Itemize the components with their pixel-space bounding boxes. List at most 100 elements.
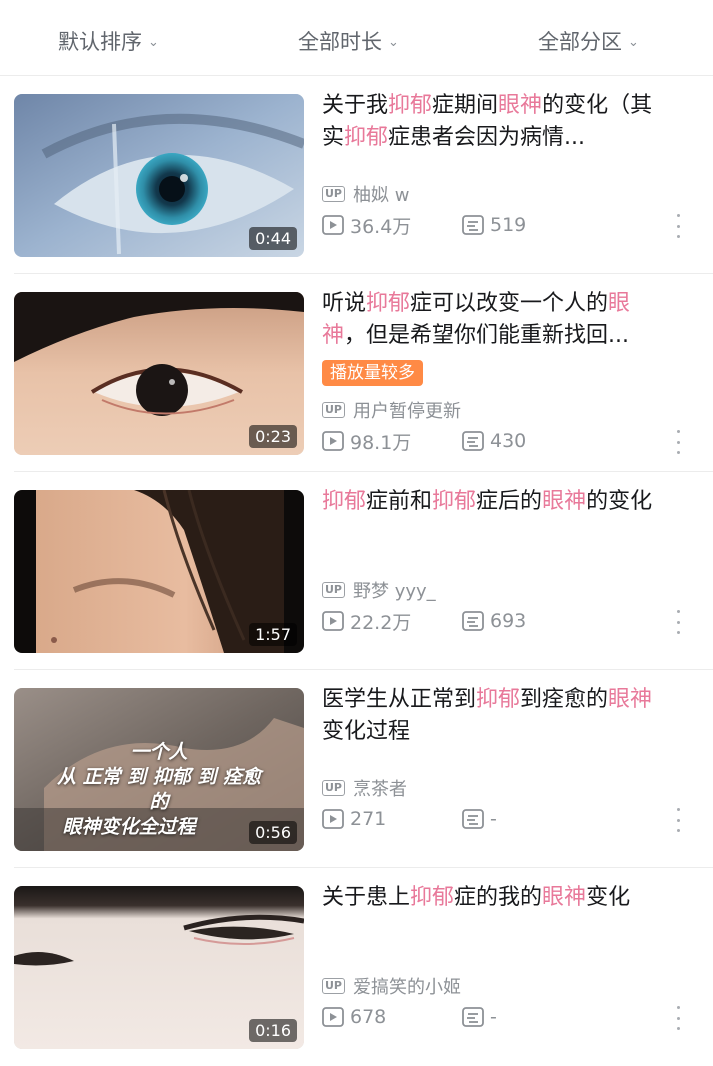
thumbnail-overlay-line: 一个人	[130, 741, 188, 763]
uploader-name: 野梦 yyy_	[353, 581, 436, 602]
danmaku-count: -	[462, 1006, 497, 1028]
danmaku-icon	[462, 431, 484, 451]
up-tag-icon: UP	[322, 186, 345, 202]
uploader-name: 爱搞笑的小姬	[353, 977, 461, 998]
title-text: 关于我	[322, 93, 389, 118]
play-count-icon	[322, 1007, 344, 1027]
duration-filter-dropdown[interactable]: 全部时长 ⌄	[298, 24, 399, 58]
title-text: 听说	[322, 291, 367, 316]
view-count-value: 36.4万	[350, 215, 412, 238]
video-title[interactable]: 医学生从正常到抑郁到痊愈的眼神变化过程	[322, 684, 674, 748]
title-keyword-highlight: 抑郁	[432, 489, 477, 514]
stats-row: 678 -	[322, 1004, 497, 1030]
title-keyword-highlight: 抑郁	[322, 489, 367, 514]
thumbnail-overlay-line: 从 正常 到 抑郁 到 痊愈	[56, 766, 262, 788]
danmaku-icon	[462, 1007, 484, 1027]
uploader-row[interactable]: UP 烹茶者	[322, 776, 407, 800]
danmaku-count: -	[462, 808, 497, 830]
danmaku-icon	[462, 215, 484, 235]
view-count: 36.4万	[322, 212, 462, 239]
video-duration: 0:23	[249, 425, 297, 448]
video-thumbnail[interactable]: 一个人 从 正常 到 抑郁 到 痊愈 的 眼神变化全过程 0:56	[14, 688, 304, 851]
more-options-icon[interactable]	[670, 214, 686, 238]
video-duration: 0:56	[249, 821, 297, 844]
video-thumbnail[interactable]: 1:57	[14, 490, 304, 653]
title-keyword-highlight: 抑郁	[366, 291, 411, 316]
danmaku-count: 519	[462, 214, 526, 236]
video-list-item[interactable]: 0:16 关于患上抑郁症的我的眼神变化 UP 爱搞笑的小姬 678 -	[0, 868, 713, 1066]
uploader-row[interactable]: UP 用户暂停更新	[322, 398, 461, 422]
title-text: 医学生从正常到	[322, 687, 477, 712]
uploader-row[interactable]: UP 爱搞笑的小姬	[322, 974, 461, 998]
stats-row: 36.4万 519	[322, 212, 526, 238]
title-keyword-highlight: 抑郁	[476, 687, 521, 712]
danmaku-count-value: 430	[490, 430, 527, 452]
title-text: 变化	[586, 885, 631, 910]
title-text: 症患者会因为病情...	[388, 125, 586, 150]
title-keyword-highlight: 抑郁	[344, 125, 389, 150]
view-count-value: 98.1万	[350, 431, 412, 454]
video-title[interactable]: 关于患上抑郁症的我的眼神变化	[322, 882, 674, 914]
danmaku-icon	[462, 809, 484, 829]
up-tag-icon: UP	[322, 780, 345, 796]
danmaku-count-value: 693	[490, 610, 527, 632]
danmaku-count-value: 519	[490, 214, 527, 236]
more-options-icon[interactable]	[670, 610, 686, 634]
video-duration: 0:16	[249, 1019, 297, 1042]
title-keyword-highlight: 抑郁	[410, 885, 455, 910]
uploader-name: 烹茶者	[353, 779, 407, 800]
popular-badge: 播放量较多	[322, 360, 423, 386]
title-text: 症可以改变一个人的	[410, 291, 609, 316]
danmaku-count-value: -	[490, 808, 497, 830]
title-keyword-highlight: 眼神	[542, 489, 587, 514]
stats-row: 271 -	[322, 806, 497, 832]
title-text: 症期间	[432, 93, 499, 118]
chevron-down-icon: ⌄	[628, 34, 639, 50]
video-list-item[interactable]: 0:44 关于我抑郁症期间眼神的变化（其实抑郁症患者会因为病情... UP 柚姒…	[0, 76, 713, 274]
title-text: 症的我的	[454, 885, 543, 910]
title-text: 变化过程	[322, 719, 411, 744]
chevron-down-icon: ⌄	[388, 34, 399, 50]
video-title[interactable]: 抑郁症前和抑郁症后的眼神的变化	[322, 486, 674, 518]
play-count-icon	[322, 809, 344, 829]
title-text: 到痊愈的	[520, 687, 609, 712]
view-count: 98.1万	[322, 428, 462, 455]
video-thumbnail[interactable]: 0:23	[14, 292, 304, 455]
stats-row: 98.1万 430	[322, 428, 526, 454]
play-count-icon	[322, 431, 344, 451]
title-text: ，但是希望你们能重新找回...	[344, 323, 629, 348]
filter-bar: 默认排序 ⌄ 全部时长 ⌄ 全部分区 ⌄	[0, 0, 713, 76]
up-tag-icon: UP	[322, 402, 345, 418]
video-title[interactable]: 听说抑郁症可以改变一个人的眼神，但是希望你们能重新找回...	[322, 288, 674, 352]
uploader-name: 柚姒 w	[353, 185, 410, 206]
view-count: 678	[322, 1006, 462, 1028]
thumbnail-overlay-line: 眼神变化全过程	[62, 816, 196, 838]
video-list-item[interactable]: 0:23 听说抑郁症可以改变一个人的眼神，但是希望你们能重新找回... 播放量较…	[0, 274, 713, 472]
video-list-item[interactable]: 1:57 抑郁症前和抑郁症后的眼神的变化 UP 野梦 yyy_ 22.2万 69…	[0, 472, 713, 670]
category-filter-dropdown[interactable]: 全部分区 ⌄	[538, 24, 639, 58]
video-list-item[interactable]: 一个人 从 正常 到 抑郁 到 痊愈 的 眼神变化全过程 0:56 医学生从正常…	[0, 670, 713, 868]
video-thumbnail[interactable]: 0:16	[14, 886, 304, 1049]
title-text: 症前和	[366, 489, 433, 514]
chevron-down-icon: ⌄	[148, 34, 159, 50]
danmaku-count: 430	[462, 430, 526, 452]
uploader-row[interactable]: UP 柚姒 w	[322, 182, 409, 206]
video-thumbnail[interactable]: 0:44	[14, 94, 304, 257]
sort-filter-label: 默认排序	[58, 30, 142, 54]
category-filter-label: 全部分区	[538, 30, 622, 54]
duration-filter-label: 全部时长	[298, 30, 382, 54]
view-count-value: 678	[350, 1006, 387, 1028]
sort-filter-dropdown[interactable]: 默认排序 ⌄	[58, 24, 159, 58]
uploader-name: 用户暂停更新	[353, 401, 461, 422]
title-keyword-highlight: 抑郁	[388, 93, 433, 118]
more-options-icon[interactable]	[670, 808, 686, 832]
view-count: 271	[322, 808, 462, 830]
more-options-icon[interactable]	[670, 430, 686, 454]
uploader-row[interactable]: UP 野梦 yyy_	[322, 578, 436, 602]
title-keyword-highlight: 眼神	[608, 687, 653, 712]
title-text: 关于患上	[322, 885, 411, 910]
danmaku-count-value: -	[490, 1006, 497, 1028]
more-options-icon[interactable]	[670, 1006, 686, 1030]
video-title[interactable]: 关于我抑郁症期间眼神的变化（其实抑郁症患者会因为病情...	[322, 90, 674, 154]
title-keyword-highlight: 眼神	[542, 885, 587, 910]
